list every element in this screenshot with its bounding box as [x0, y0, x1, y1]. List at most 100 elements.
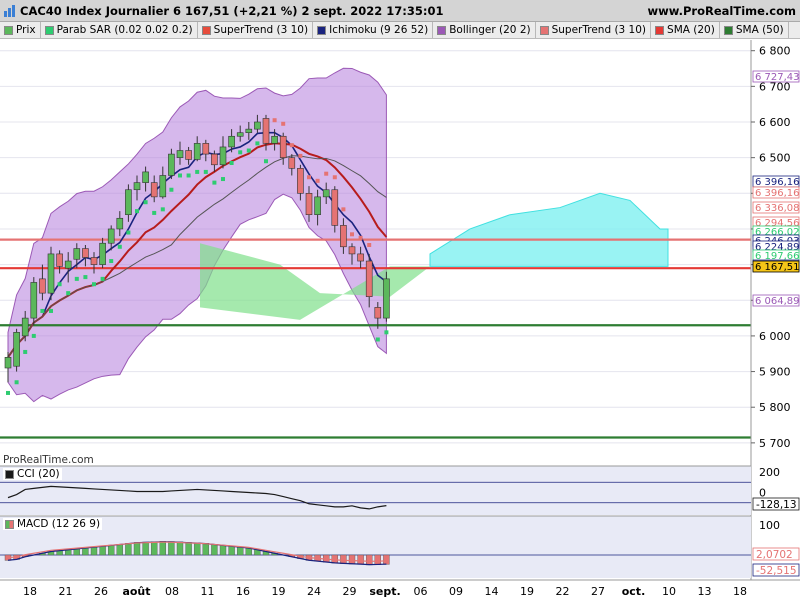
sar-dot — [23, 349, 28, 354]
site-url[interactable]: www.ProRealTime.com — [647, 4, 796, 18]
indicator-swatch-icon — [437, 25, 447, 35]
price-badge-label: 6 396,16 — [755, 177, 800, 188]
macd-histogram-bar — [107, 544, 115, 556]
title-bar: CAC40 Index Journalier 6 167,51 (+2,21 %… — [0, 0, 800, 22]
sar-dot — [315, 178, 320, 183]
sar-dot — [281, 121, 286, 126]
candle-body — [133, 182, 141, 191]
time-tick-label: 22 — [556, 585, 570, 598]
sar-dot — [66, 291, 71, 296]
macd-histogram-bar — [366, 554, 373, 566]
chart-area: 6 8006 7006 6006 5006 4006 3006 2006 100… — [0, 40, 800, 600]
macd-value2-label: -52,515 — [756, 565, 797, 577]
sar-dot — [40, 308, 45, 313]
indicator-item[interactable]: Ichimoku (9 26 52) — [313, 22, 434, 38]
macd-histogram-bar — [159, 541, 167, 556]
sar-dot — [109, 259, 114, 264]
sar-dot — [324, 171, 329, 176]
candle-body — [30, 282, 38, 319]
indicator-label: SuperTrend (3 10) — [551, 24, 647, 36]
candle-body — [168, 153, 175, 176]
sar-dot — [169, 187, 174, 192]
time-tick-label: 27 — [591, 585, 605, 598]
indicator-item[interactable]: SuperTrend (3 10) — [536, 22, 652, 38]
candle-body — [47, 253, 55, 294]
sar-dot — [160, 207, 165, 212]
cci-value-label: -128,13 — [756, 499, 797, 511]
instrument-title: CAC40 Index Journalier 6 167,51 (+2,21 %… — [20, 3, 444, 18]
sar-dot — [350, 232, 354, 237]
macd-histogram-bar — [185, 542, 192, 556]
sar-dot — [238, 150, 243, 155]
sar-dot — [186, 173, 191, 178]
candle-body — [348, 246, 356, 255]
time-tick-label: sept. — [369, 585, 400, 598]
candle-body — [73, 248, 81, 260]
macd-histogram-bar — [193, 542, 201, 556]
macd-histogram-bar — [116, 544, 124, 556]
candle-body — [82, 248, 89, 258]
indicator-item[interactable]: SuperTrend (3 10) — [198, 22, 314, 38]
sar-dot — [375, 337, 380, 342]
sar-dot — [221, 177, 225, 182]
time-tick-label: 19 — [520, 585, 534, 598]
price-tick-label: 5 700 — [759, 437, 791, 450]
macd-swatch-icon — [5, 519, 14, 529]
candle-body — [314, 196, 321, 215]
indicator-item[interactable]: Bollinger (20 2) — [433, 22, 536, 38]
macd-histogram-bar — [202, 543, 210, 556]
macd-histogram-bar — [99, 545, 106, 556]
candle-body — [236, 132, 244, 137]
candle-body — [90, 257, 98, 265]
price-tick-label: 6 800 — [759, 45, 791, 58]
indicator-swatch-icon — [4, 25, 13, 35]
cci-swatch-icon — [5, 469, 14, 479]
candle-body — [185, 150, 192, 160]
indicator-item[interactable]: Parab SAR (0.02 0.02 0.2) — [41, 22, 198, 38]
candle-body — [374, 307, 382, 319]
price-tick-label: 6 600 — [759, 116, 791, 129]
time-tick-label: 14 — [485, 585, 499, 598]
candle-body — [21, 317, 29, 337]
indicator-item[interactable]: Prix — [0, 22, 41, 38]
cci-label: CCI (20) — [17, 468, 60, 480]
sar-dot — [272, 118, 277, 123]
sar-dot — [367, 243, 372, 247]
time-tick-label: 21 — [59, 585, 73, 598]
sar-dot — [203, 169, 208, 174]
sar-dot — [100, 276, 105, 281]
sar-dot — [307, 175, 311, 180]
indicator-label: Bollinger (20 2) — [449, 24, 531, 36]
indicator-legend-bar: Prix Parab SAR (0.02 0.02 0.2) SuperTrend … — [0, 22, 800, 39]
sar-dot — [246, 148, 251, 153]
candle-body — [159, 175, 167, 198]
candle-body — [288, 157, 296, 169]
indicator-swatch-icon — [655, 25, 665, 35]
cci-panel-label[interactable]: CCI (20) — [3, 468, 62, 480]
indicator-label: Prix — [16, 24, 36, 36]
sar-dot — [143, 200, 148, 205]
candle-body — [150, 182, 158, 198]
sar-dot — [195, 169, 200, 174]
indicator-item[interactable]: SMA (50) — [720, 22, 789, 38]
macd-histogram-bar — [219, 544, 227, 556]
sar-dot — [384, 330, 389, 335]
macd-histogram-bar — [142, 541, 149, 556]
macd-panel-label[interactable]: MACD (12 26 9) — [3, 518, 103, 530]
candle-body — [211, 153, 218, 166]
candle-body — [305, 193, 313, 215]
candle-body — [116, 217, 124, 230]
sar-dot — [49, 308, 53, 313]
candle-body — [107, 228, 115, 244]
macd-value1-label: 2,0702 — [756, 549, 793, 561]
indicator-item[interactable]: SMA (20) — [651, 22, 720, 38]
price-badge-label: 6 167,51 — [755, 262, 800, 273]
sar-dot — [74, 276, 79, 281]
time-tick-label: 26 — [94, 585, 108, 598]
macd-histogram-bar — [133, 542, 141, 556]
price-badge-label: 6 727,43 — [755, 72, 800, 83]
price-badge-label: 6 396,16 — [755, 188, 800, 199]
sar-dot — [358, 235, 363, 240]
macd-histogram-bar — [348, 554, 356, 565]
time-tick-label: 29 — [343, 585, 357, 598]
